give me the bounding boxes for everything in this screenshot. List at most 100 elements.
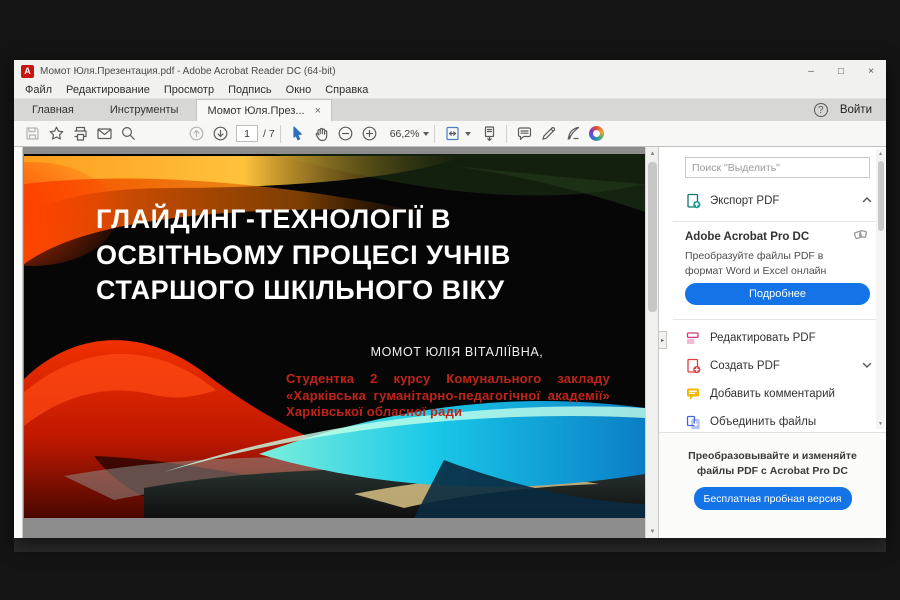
combine-files-icon	[685, 414, 701, 430]
printer-icon	[72, 125, 89, 142]
scroll-mode-button[interactable]	[477, 123, 501, 145]
export-pdf-section[interactable]: Экспорт PDF	[685, 189, 872, 213]
tab-tools[interactable]: Инструменты	[92, 99, 197, 121]
magnifier-icon	[120, 125, 137, 142]
tool-item-combine-files[interactable]: Объединить файлы	[685, 410, 872, 434]
toolbar-divider	[280, 125, 281, 143]
export-pdf-icon	[685, 193, 701, 209]
tools-panel: ▸ Экспорт PDF Adobe Acrobat Pro DC П	[658, 147, 886, 538]
menu-sign[interactable]: Подпись	[221, 84, 279, 96]
menu-help[interactable]: Справка	[318, 84, 375, 96]
panel-scroll-down-icon[interactable]: ▼	[876, 419, 885, 429]
free-trial-button[interactable]: Бесплатная пробная версия	[694, 487, 852, 510]
zoom-in-button[interactable]	[358, 123, 382, 145]
tab-document[interactable]: Момот Юля.През... ×	[196, 99, 332, 121]
previous-page-button[interactable]	[184, 123, 208, 145]
panel-scrollbar[interactable]: ▲ ▼	[876, 149, 885, 429]
quill-icon	[564, 125, 581, 142]
tool-label: Объединить файлы	[710, 416, 816, 428]
menu-window[interactable]: Окно	[279, 84, 319, 96]
cursor-icon	[289, 125, 306, 142]
chevron-up-icon[interactable]	[862, 192, 872, 210]
panel-collapse-handle[interactable]: ▸	[658, 331, 667, 349]
fit-page-button[interactable]	[440, 123, 464, 145]
content-area: ГЛАЙДИНГ-ТЕХНОЛОГІЇ В ОСВІТНЬОМУ ПРОЦЕСІ…	[14, 147, 886, 538]
fill-sign-button[interactable]	[536, 123, 560, 145]
print-button[interactable]	[68, 123, 92, 145]
menu-edit[interactable]: Редактирование	[59, 84, 157, 96]
sign-button[interactable]	[560, 123, 584, 145]
pro-dc-icon	[852, 227, 868, 243]
page-down-icon	[212, 125, 229, 142]
slide-title: ГЛАЙДИНГ-ТЕХНОЛОГІЇ В ОСВІТНЬОМУ ПРОЦЕСІ…	[96, 202, 592, 309]
close-button[interactable]: ×	[856, 60, 886, 82]
maximize-button[interactable]: □	[826, 60, 856, 82]
sign-in-link[interactable]: Войти	[840, 104, 872, 116]
scrollbar-thumb[interactable]	[648, 162, 657, 312]
hand-tool-button[interactable]	[310, 123, 334, 145]
footer-promo-text: Преобразовывайте и изменяйте файлы PDF с…	[677, 449, 868, 478]
help-icon[interactable]: ?	[814, 103, 828, 117]
tools-search-input[interactable]	[685, 157, 870, 178]
comment-tool-button[interactable]	[512, 123, 536, 145]
pdf-page[interactable]: ГЛАЙДИНГ-ТЕХНОЛОГІЇ В ОСВІТНЬОМУ ПРОЦЕСІ…	[24, 154, 645, 518]
panel-divider	[673, 221, 876, 222]
panel-scroll-up-icon[interactable]: ▲	[876, 149, 885, 159]
page-number-input[interactable]	[236, 125, 258, 142]
scroll-mode-icon	[481, 125, 498, 142]
tab-home[interactable]: Главная	[14, 99, 92, 121]
panel-footer: Преобразовывайте и изменяйте файлы PDF с…	[659, 432, 886, 538]
page-up-icon	[188, 125, 205, 142]
envelope-icon	[96, 125, 113, 142]
tab-close-icon[interactable]: ×	[315, 105, 321, 117]
zoom-dropdown-caret[interactable]	[423, 132, 429, 136]
save-icon	[24, 125, 41, 142]
tool-item-edit-pdf[interactable]: Редактировать PDF	[685, 326, 872, 350]
share-icon	[589, 126, 604, 141]
tab-bar: Главная Инструменты Момот Юля.През... × …	[14, 99, 886, 121]
select-tool-button[interactable]	[286, 123, 310, 145]
panel-scrollbar-thumb[interactable]	[878, 161, 884, 231]
zoom-out-button[interactable]	[334, 123, 358, 145]
main-toolbar: / 7 66,2%	[14, 121, 886, 147]
menu-bar: Файл Редактирование Просмотр Подпись Окн…	[14, 82, 886, 99]
slide-affiliation: Студентка 2 курсу Комунального закладу «…	[286, 371, 610, 421]
promo-heading: Adobe Acrobat Pro DC	[685, 231, 809, 243]
chevron-down-icon[interactable]	[862, 357, 872, 375]
pencil-icon	[540, 125, 557, 142]
favorites-button[interactable]	[44, 123, 68, 145]
window-title: Момот Юля.Презентация.pdf - Adobe Acroba…	[40, 66, 336, 77]
fit-page-icon	[444, 125, 461, 142]
email-button[interactable]	[92, 123, 116, 145]
share-button[interactable]	[584, 123, 608, 145]
promo-body: Преобразуйте файлы PDF в формат Word и E…	[685, 249, 864, 279]
slide-author: МОМОТ ЮЛІЯ ВІТАЛІЇВНА,	[342, 345, 572, 359]
toolbar-divider	[506, 125, 507, 143]
zoom-level-value: 66,2%	[390, 128, 420, 140]
minimize-button[interactable]: –	[796, 60, 826, 82]
plus-circle-icon	[361, 125, 378, 142]
tool-item-create-pdf[interactable]: Создать PDF	[685, 354, 872, 378]
learn-more-button[interactable]: Подробнее	[685, 283, 870, 305]
tool-item-add-comment[interactable]: Добавить комментарий	[685, 382, 872, 406]
minus-circle-icon	[337, 125, 354, 142]
tabbar-right: ? Войти	[814, 99, 886, 121]
save-button[interactable]	[20, 123, 44, 145]
fit-dropdown-caret[interactable]	[465, 132, 471, 136]
create-pdf-icon	[685, 358, 701, 374]
toolbar-divider	[434, 125, 435, 143]
tool-label: Добавить комментарий	[710, 388, 835, 400]
hand-icon	[313, 125, 330, 142]
tab-document-label: Момот Юля.През...	[207, 105, 304, 117]
export-pdf-label: Экспорт PDF	[710, 195, 779, 207]
search-button[interactable]	[116, 123, 140, 145]
menu-file[interactable]: Файл	[18, 84, 59, 96]
next-page-button[interactable]	[208, 123, 232, 145]
document-canvas[interactable]: ГЛАЙДИНГ-ТЕХНОЛОГІЇ В ОСВІТНЬОМУ ПРОЦЕСІ…	[23, 147, 645, 538]
left-nav-strip[interactable]	[14, 147, 23, 538]
document-scrollbar[interactable]: ▲ ▼	[645, 147, 658, 538]
edit-pdf-icon	[685, 330, 701, 346]
menu-view[interactable]: Просмотр	[157, 84, 221, 96]
comment-icon	[516, 125, 533, 142]
window-controls: – □ ×	[796, 60, 886, 82]
